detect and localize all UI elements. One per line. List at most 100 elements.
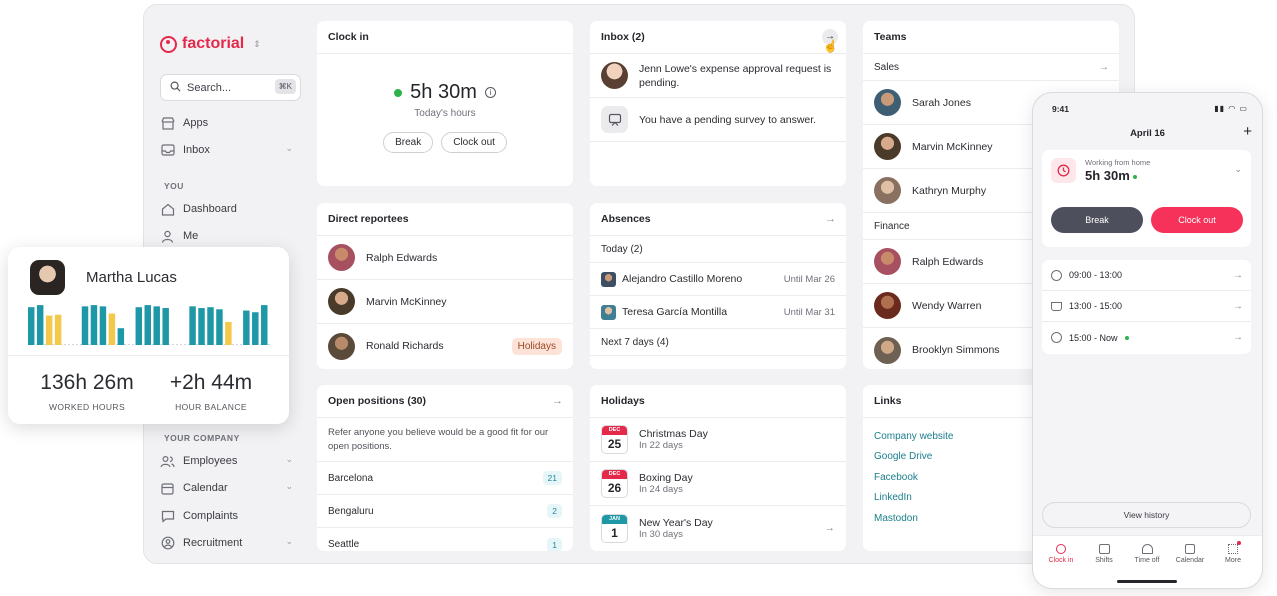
reportee-name: Marvin McKinney <box>366 295 447 308</box>
holiday-info: Christmas Day In 22 days <box>639 428 708 451</box>
sidebar-item-calendar[interactable]: Calendar ⌄ <box>160 477 301 499</box>
clock-icon <box>1051 269 1062 281</box>
sidebar-item-apps[interactable]: Apps <box>160 112 301 134</box>
clock-out-button[interactable]: Clock out <box>441 132 507 153</box>
tab-shifts[interactable]: Shifts <box>1084 544 1124 564</box>
inbox-item[interactable]: You have a pending survey to answer. <box>590 98 846 142</box>
chevron-down-icon[interactable]: ⌄ <box>285 536 293 547</box>
worked-hours-label: WORKED HOURS <box>48 402 126 412</box>
time-entry-row[interactable]: 09:00 - 13:00 → <box>1042 260 1251 291</box>
chevron-down-icon[interactable]: ⌄ <box>285 481 293 492</box>
chevron-down-icon[interactable]: ⌄ <box>285 454 293 465</box>
absences-next-label: Next 7 days (4) <box>590 329 846 356</box>
sidebar-item-complaints[interactable]: Complaints <box>160 505 301 527</box>
avatar <box>601 304 616 320</box>
city-name: Seattle <box>328 539 360 550</box>
hour-bar <box>45 315 53 345</box>
add-icon[interactable]: + <box>1243 123 1252 140</box>
holiday-row[interactable]: DEC 25 Christmas Day In 22 days <box>590 418 846 462</box>
reportee-row[interactable]: Marvin McKinney <box>317 280 573 324</box>
absence-until: Until Mar 31 <box>783 306 835 318</box>
arrow-right-icon[interactable]: → <box>552 395 563 407</box>
tab-calendar[interactable]: Calendar <box>1170 544 1210 564</box>
info-icon[interactable]: i <box>484 87 496 98</box>
calendar-icon <box>1185 544 1195 554</box>
app-window: factorial ⇕ Search... ⌘K Apps Inbox ⌄ YO… <box>143 4 1135 564</box>
chevron-updown-icon[interactable]: ⇕ <box>253 39 261 50</box>
date-day: 1 <box>611 525 618 540</box>
holiday-when: In 24 days <box>639 484 683 495</box>
clock-icon <box>1051 158 1076 183</box>
view-history-button[interactable]: View history <box>1042 502 1251 528</box>
arrow-right-icon[interactable]: → <box>1233 270 1243 281</box>
date-month: JAN <box>602 514 627 524</box>
avatar <box>874 336 901 364</box>
inbox-item[interactable]: Jenn Lowe's expense approval request is … <box>590 54 846 98</box>
sidebar-item-label: Apps <box>183 117 209 129</box>
hour-bar <box>243 310 250 345</box>
sidebar-item-dashboard[interactable]: Dashboard <box>160 198 301 220</box>
city-name: Barcelona <box>328 472 374 484</box>
arrow-right-icon[interactable]: → <box>1233 301 1243 312</box>
reportee-row[interactable]: Ronald Richards Holidays <box>317 324 573 368</box>
chevron-down-icon[interactable]: ⌄ <box>1234 164 1242 175</box>
absence-row[interactable]: Teresa García Montilla Until Mar 31 <box>590 296 846 329</box>
reportee-row[interactable]: Ralph Edwards <box>317 236 573 280</box>
sidebar-item-me[interactable]: Me <box>160 225 301 247</box>
status-icons: ▮▮ ◠ ▭ <box>1214 104 1248 113</box>
hour-bar <box>252 312 259 345</box>
team-group-header[interactable]: Sales → <box>863 54 1119 81</box>
reportee-name: Ralph Edwards <box>366 251 438 264</box>
holiday-name: Boxing Day <box>639 472 693 484</box>
tab-label: Clock in <box>1048 557 1074 564</box>
sidebar-item-label: Complaints <box>183 510 239 522</box>
brand-logo[interactable]: factorial ⇕ <box>160 35 261 53</box>
holiday-row[interactable]: DEC 26 Boxing Day In 24 days <box>590 462 846 506</box>
reportee-name: Ronald Richards <box>366 340 444 352</box>
home-indicator <box>1117 580 1177 583</box>
hour-bar <box>99 306 107 345</box>
sidebar-item-employees[interactable]: Employees ⌄ <box>160 450 301 472</box>
clock-out-button[interactable]: Clock out <box>1151 207 1243 233</box>
clock-in-hours: 5h 30m <box>410 81 477 103</box>
card-title: Direct reportees <box>317 203 573 236</box>
people-icon <box>160 454 175 469</box>
card-title: Absences <box>601 213 651 225</box>
time-entry-row[interactable]: 13:00 - 15:00 → <box>1042 291 1251 322</box>
inbox-item-text: Jenn Lowe's expense approval request is … <box>639 62 832 89</box>
tab-time-off[interactable]: Time off <box>1127 544 1167 564</box>
arrow-right-icon[interactable]: → <box>825 213 836 225</box>
user-icon <box>160 229 175 244</box>
sidebar-item-label: Dashboard <box>183 203 237 215</box>
hour-bar <box>216 309 223 345</box>
sidebar-item-recruitment[interactable]: Recruitment ⌄ <box>160 532 301 554</box>
holiday-row[interactable]: JAN 1 New Year's Day In 30 days → <box>590 506 846 550</box>
search-input[interactable]: Search... ⌘K <box>160 74 301 101</box>
tab-label: More <box>1225 557 1241 564</box>
survey-icon <box>601 106 628 133</box>
hour-bar <box>225 321 232 345</box>
arrow-right-icon[interactable]: → <box>1099 62 1109 73</box>
open-positions-description: Refer anyone you believe would be a good… <box>317 418 573 462</box>
hour-balance-value: +2h 44m <box>169 371 253 394</box>
hour-bar <box>54 314 62 345</box>
arrow-right-icon[interactable]: → <box>825 522 836 534</box>
break-button[interactable]: Break <box>1051 207 1143 233</box>
chat-icon <box>160 509 175 524</box>
clock-in-caption: Today's hours <box>414 108 476 119</box>
absence-row[interactable]: Alejandro Castillo Moreno Until Mar 26 <box>590 263 846 296</box>
break-button[interactable]: Break <box>383 132 434 153</box>
chevron-down-icon[interactable]: ⌄ <box>285 143 293 154</box>
tab-clock-in[interactable]: Clock in <box>1041 544 1081 564</box>
arrow-right-icon[interactable]: → <box>1233 332 1243 343</box>
position-row[interactable]: Bengaluru 2 <box>317 495 573 528</box>
position-row[interactable]: Barcelona 21 <box>317 462 573 495</box>
holiday-info: Boxing Day In 24 days <box>639 472 693 495</box>
tab-more[interactable]: More <box>1213 541 1253 564</box>
member-name: Kathryn Murphy <box>912 184 987 197</box>
position-row[interactable]: Seattle 1 <box>317 528 573 551</box>
time-entry-row[interactable]: 15:00 - Now → <box>1042 322 1251 353</box>
sidebar-item-inbox[interactable]: Inbox ⌄ <box>160 139 301 161</box>
search-icon <box>170 81 181 95</box>
sidebar-item-label: Employees <box>183 455 238 467</box>
